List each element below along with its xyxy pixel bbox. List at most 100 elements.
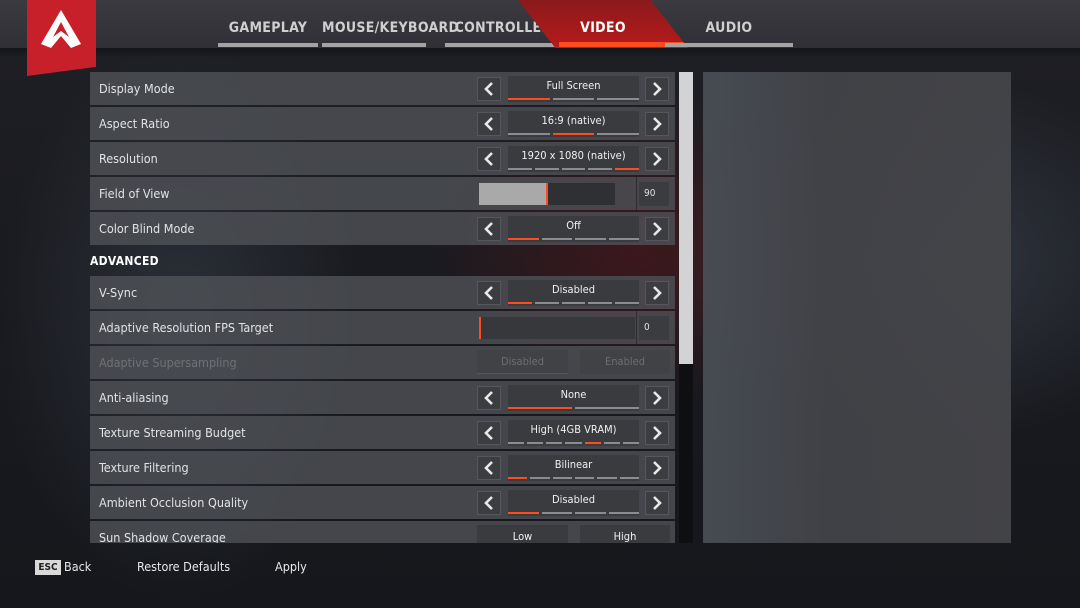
option-segment	[561, 302, 586, 304]
option-indicator	[508, 133, 640, 135]
previous-option-button[interactable]	[477, 456, 501, 480]
chevron-left-icon	[484, 222, 493, 236]
slider-track[interactable]	[479, 183, 615, 205]
next-option-button[interactable]	[645, 77, 669, 101]
apply-button[interactable]: Apply	[275, 559, 307, 574]
next-option-button[interactable]	[645, 112, 669, 136]
next-option-button[interactable]	[645, 491, 669, 515]
option-segment	[575, 512, 606, 514]
setting-label: Field of View	[99, 186, 170, 201]
selected-value: 1920 x 1080 (native)	[521, 149, 626, 162]
chevron-right-icon	[653, 286, 662, 300]
previous-option-button[interactable]	[477, 421, 501, 445]
option-segment	[575, 238, 606, 240]
next-option-button[interactable]	[645, 421, 669, 445]
option-segment	[588, 168, 613, 170]
scrollbar-thumb[interactable]	[679, 72, 693, 365]
setting-label: V-Sync	[99, 285, 138, 300]
option-selector[interactable]: 1920 x 1080 (native)	[508, 146, 639, 172]
setting-label: Aspect Ratio	[99, 116, 170, 131]
tab-gameplay[interactable]: GAMEPLAY	[218, 0, 318, 48]
next-option-button[interactable]	[645, 217, 669, 241]
tab-audio[interactable]: AUDIO	[665, 0, 793, 48]
setting-label: Ambient Occlusion Quality	[99, 495, 249, 510]
option-segment	[597, 133, 640, 135]
option-selector[interactable]: High (4GB VRAM)	[508, 420, 639, 446]
next-option-button[interactable]	[645, 456, 669, 480]
option-indicator	[508, 512, 639, 514]
previous-option-button[interactable]	[477, 77, 501, 101]
option-segment-selected	[615, 168, 639, 170]
next-option-button[interactable]	[645, 147, 669, 171]
option-selector[interactable]: Off	[508, 216, 639, 242]
option-indicator	[508, 407, 639, 409]
option-segment-selected	[552, 133, 595, 135]
slider-value[interactable]: 90	[639, 182, 669, 206]
slider-handle[interactable]	[546, 183, 548, 205]
next-option-button[interactable]	[645, 386, 669, 410]
previous-option-button[interactable]	[477, 217, 501, 241]
option-selector[interactable]: Full Screen	[508, 76, 640, 102]
footer-bar: ESC Back Restore Defaults Apply	[0, 550, 1080, 590]
setting-row-adaptive-resolution-fps-target: Adaptive Resolution FPS Target 0	[90, 311, 675, 344]
option-selector[interactable]: 16:9 (native)	[508, 111, 640, 137]
option-segment-selected	[508, 98, 550, 100]
setting-row-adaptive-supersampling: Adaptive Supersampling Disabled Enabled	[90, 346, 675, 379]
previous-option-button[interactable]	[477, 491, 501, 515]
option-segment	[530, 477, 550, 479]
option-segment	[546, 442, 563, 444]
slider-track[interactable]	[479, 317, 635, 339]
option-segment	[534, 168, 559, 170]
tab-label: GAMEPLAY	[228, 20, 308, 36]
option-selector[interactable]: Disabled	[508, 490, 639, 516]
chevron-right-icon	[653, 496, 662, 510]
previous-option-button[interactable]	[477, 147, 501, 171]
setting-label: Anti-aliasing	[99, 390, 169, 405]
settings-list: Display Mode Full Screen Aspect Ratio 16:9 …	[90, 72, 675, 543]
setting-row-resolution: Resolution 1920 x 1080 (native)	[90, 142, 675, 175]
setting-label: Adaptive Supersampling	[99, 355, 237, 370]
restore-defaults-button[interactable]: Restore Defaults	[137, 559, 230, 574]
tab-bar: GAMEPLAY MOUSE/KEYBOARD CONTROLLER VIDEO…	[0, 0, 1080, 48]
setting-label: Adaptive Resolution FPS Target	[99, 320, 274, 335]
option-indicator	[508, 477, 639, 479]
option-selector[interactable]: None	[508, 385, 639, 411]
chevron-left-icon	[484, 117, 493, 131]
chevron-left-icon	[484, 496, 493, 510]
previous-option-button[interactable]	[477, 112, 501, 136]
option-segment	[552, 477, 572, 479]
selected-value: High (4GB VRAM)	[530, 423, 617, 436]
tab-mouse-keyboard[interactable]: MOUSE/KEYBOARD	[322, 0, 459, 48]
option-segment	[561, 168, 586, 170]
option-low-button[interactable]: Low	[477, 525, 568, 543]
slider-value[interactable]: 0	[639, 316, 669, 340]
setting-row-anti-aliasing: Anti-aliasing None	[90, 381, 675, 414]
option-segment	[588, 302, 613, 304]
previous-option-button[interactable]	[477, 281, 501, 305]
next-option-button[interactable]	[645, 281, 669, 305]
esc-key-icon: ESC	[35, 560, 61, 575]
selected-value: None	[560, 388, 587, 401]
option-high-button[interactable]: High	[580, 525, 670, 543]
option-selector[interactable]: Disabled	[508, 280, 639, 306]
option-segment	[608, 512, 639, 514]
option-segment-selected	[508, 407, 572, 409]
option-selector[interactable]: Bilinear	[508, 455, 639, 481]
setting-label: Texture Filtering	[99, 460, 189, 475]
back-button[interactable]: Back	[64, 559, 91, 574]
tab-underline	[322, 43, 426, 47]
scrollbar[interactable]	[679, 72, 693, 543]
previous-option-button[interactable]	[477, 386, 501, 410]
divider	[636, 311, 637, 344]
option-segment	[574, 477, 595, 479]
option-indicator	[508, 302, 639, 304]
slider-handle[interactable]	[479, 317, 481, 339]
option-segment-selected	[584, 442, 601, 444]
option-segment	[508, 133, 550, 135]
chevron-right-icon	[653, 426, 662, 440]
option-segment-selected	[508, 302, 532, 304]
option-segment	[552, 98, 595, 100]
option-indicator	[508, 442, 639, 444]
chevron-left-icon	[484, 82, 493, 96]
chevron-right-icon	[653, 461, 662, 475]
